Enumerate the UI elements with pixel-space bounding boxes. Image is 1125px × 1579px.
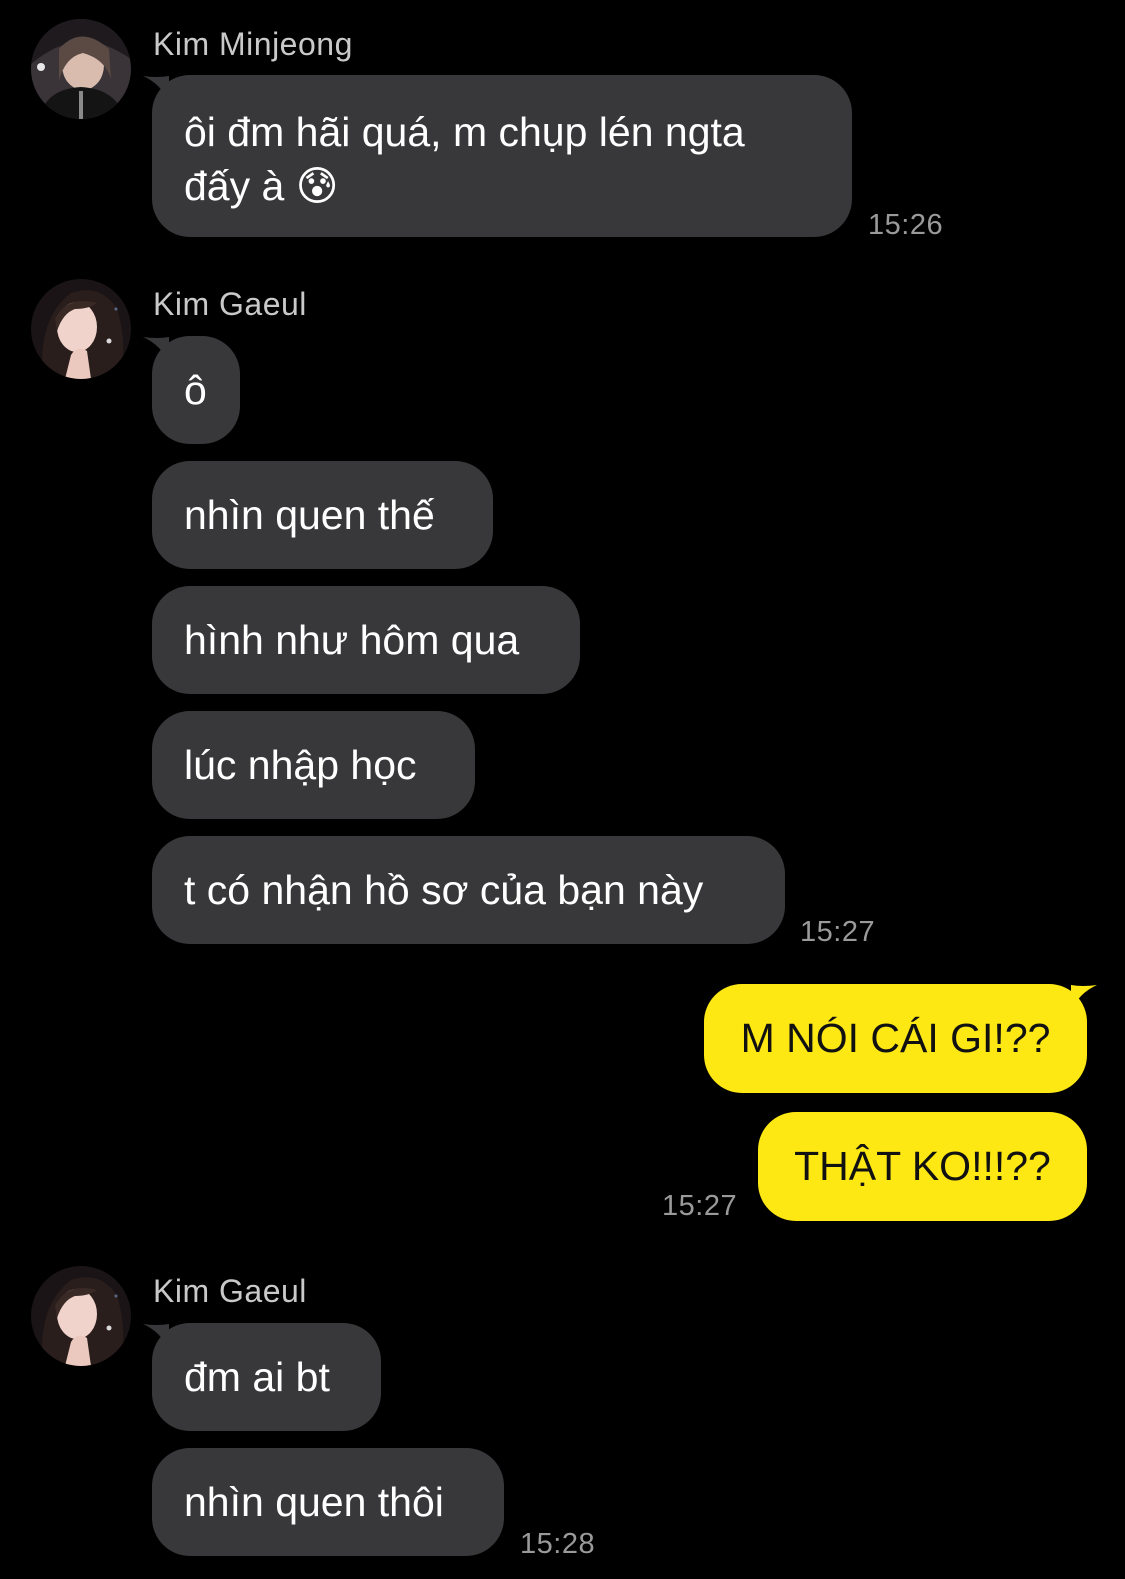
message-bubble[interactable]: ôi đm hãi quá, m chụp lén ngta đấy à 😰 — [152, 75, 852, 237]
sender-name: Kim Gaeul — [153, 286, 307, 322]
message-text: lúc nhập học — [184, 741, 417, 788]
avatar-kim-gaeul[interactable] — [31, 279, 131, 379]
message-text-line2: đấy à 😰 — [184, 162, 339, 210]
message-bubble[interactable]: ô — [152, 336, 240, 444]
message-text: THẬT KO!!!?? — [794, 1143, 1051, 1189]
message-text: ôi đm hãi quá, m chụp lén ngta — [184, 109, 745, 155]
timestamp: 15:26 — [868, 209, 944, 241]
message-text: ô — [184, 366, 207, 413]
message-text: nhìn quen thế — [184, 491, 435, 538]
sender-name: Kim Minjeong — [153, 26, 353, 62]
message-text: t có nhận hồ sơ của bạn này — [184, 866, 704, 913]
message-text: đm ai bt — [184, 1353, 330, 1400]
message-text: nhìn quen thôi — [184, 1478, 444, 1525]
message-bubble[interactable]: hình như hôm qua — [152, 586, 580, 694]
message-bubble[interactable]: lúc nhập học — [152, 711, 475, 819]
my-message-bubble[interactable]: M NÓI CÁI GI!?? — [704, 984, 1087, 1093]
timestamp: 15:27 — [800, 916, 876, 948]
avatar-kim-minjeong[interactable] — [31, 19, 131, 119]
message-bubble[interactable]: t có nhận hồ sơ của bạn này — [152, 836, 785, 944]
timestamp: 15:27 — [662, 1190, 738, 1222]
sender-name: Kim Gaeul — [153, 1273, 307, 1309]
my-message-bubble[interactable]: THẬT KO!!!?? — [758, 1112, 1087, 1221]
message-bubble[interactable]: đm ai bt — [152, 1323, 381, 1431]
anxious-face-emoji: 😰 — [295, 162, 339, 210]
message-bubble[interactable]: nhìn quen thôi — [152, 1448, 504, 1556]
message-bubble[interactable]: nhìn quen thế — [152, 461, 493, 569]
message-text: hình như hôm qua — [184, 616, 520, 663]
timestamp: 15:28 — [520, 1528, 596, 1560]
message-text: M NÓI CÁI GI!?? — [740, 1015, 1051, 1061]
avatar-kim-gaeul[interactable] — [31, 1266, 131, 1366]
